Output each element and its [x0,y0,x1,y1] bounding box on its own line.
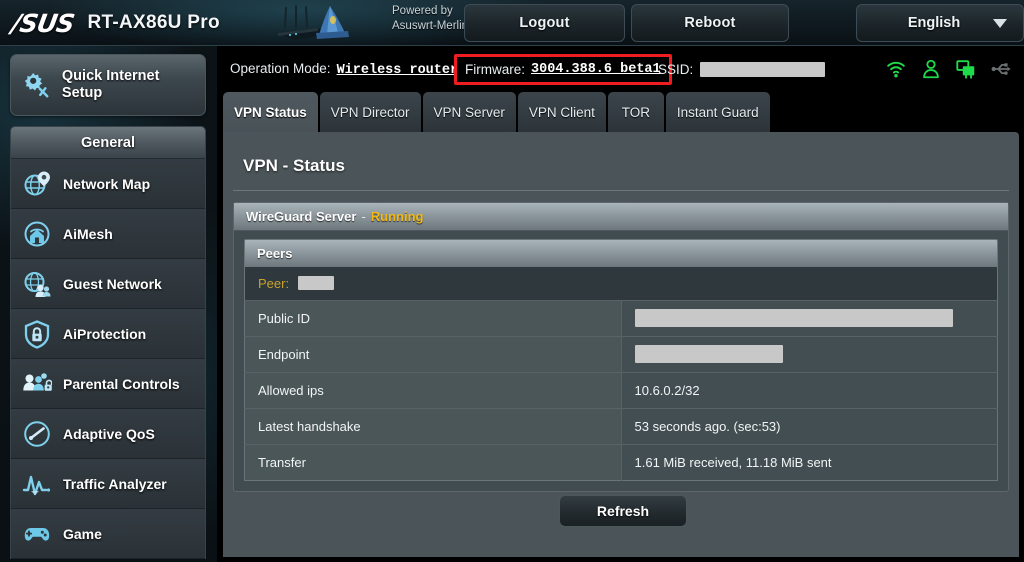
brand-group: /SUS RT-AX86U Pro [9,0,220,46]
sidebar-item-aiprotection[interactable]: AiProtection [11,309,205,359]
globe-users-icon [24,271,51,297]
peer-details-table: Peer: Public ID Endpoint Allowed ips 10.… [244,267,998,481]
row-key: Transfer [244,443,622,480]
sidebar-item-game[interactable]: Game [11,509,205,559]
row-value: 53 seconds ago. (sec:53) [621,407,998,444]
ssid-group: SSID: [658,61,826,77]
row-value [621,335,998,372]
gamepad-icon [24,527,50,541]
content-area: VPN Status VPN Director VPN Server VPN C… [218,92,1024,562]
quick-internet-setup-icon [24,72,49,98]
tab-vpn-director[interactable]: VPN Director [319,92,421,132]
router-admin-page: /SUS RT-AX86U Pro Powered by Asuswrt-Mer… [0,0,1024,562]
sidebar-item-adaptive-qos[interactable]: Adaptive QoS [11,409,205,459]
wifi-status-icon[interactable] [885,58,907,80]
status-icon-group [885,58,1012,80]
router-model-name: RT-AX86U Pro [87,12,220,33]
row-key: Public ID [244,299,622,336]
sidebar-item-label: Network Map [63,175,151,192]
connected-devices-status-icon[interactable] [955,58,977,80]
language-select[interactable]: English [856,4,1024,42]
shield-lock-icon [24,319,50,349]
mesh-house-icon [24,221,50,246]
sidebar-item-label: Adaptive QoS [63,425,155,442]
info-bar: Operation Mode: Wireless router Firmware… [218,46,1024,92]
row-key: Latest handshake [244,407,622,444]
menu-section-title: General [11,127,205,159]
peer-label: Peer: [258,275,290,291]
table-row: Public ID [244,299,998,336]
sidebar: Quick Internet Setup General Network Map [0,46,218,562]
client-user-status-icon[interactable] [920,58,942,80]
sidebar-item-aimesh[interactable]: AiMesh [11,209,205,259]
sidebar-item-label: Parental Controls [63,375,180,392]
peer-identity-cell: Peer: [244,267,998,300]
sidebar-item-network-map[interactable]: Network Map [11,159,205,209]
row-key: Endpoint [244,335,622,372]
reboot-button[interactable]: Reboot [631,4,789,42]
vpn-tab-bar: VPN Status VPN Director VPN Server VPN C… [223,92,772,132]
operation-mode-group: Operation Mode: Wireless router [230,61,458,78]
table-row: Allowed ips 10.6.0.2/32 [244,371,998,408]
chevron-down-icon [993,18,1007,28]
tab-tor[interactable]: TOR [607,92,664,132]
language-select-value: English [907,15,961,31]
wireguard-server-header: WireGuard Server - Running [234,203,1008,231]
sidebar-item-label: AiProtection [63,325,147,342]
peer-identity-row: Peer: [244,267,998,300]
peers-section: Peers Peer: Public ID Endpoint Allowed i… [234,231,1008,491]
peer-redacted-value [297,275,334,290]
peer-table-body: Peer: Public ID Endpoint Allowed ips 10.… [244,267,998,480]
sidebar-item-traffic-analyzer[interactable]: Traffic Analyzer [11,459,205,509]
ssid-redacted-value [700,61,826,77]
sidebar-item-label: Traffic Analyzer [63,475,167,492]
sidebar-item-label: Guest Network [63,275,162,292]
tab-vpn-status[interactable]: VPN Status [223,92,318,132]
sidebar-item-guest-network[interactable]: Guest Network [11,259,205,309]
firmware-version-link[interactable]: 3004.388.6_beta1 [531,62,661,77]
table-row: Endpoint [244,335,998,372]
globe-pin-icon [24,171,50,195]
row-value: 10.6.0.2/32 [621,371,998,408]
sidebar-item-label: Game [63,525,102,542]
speedometer-icon [24,420,50,447]
vpn-status-panel: VPN - Status WireGuard Server - Running … [223,132,1019,557]
wireguard-server-block: WireGuard Server - Running Peers Peer: P… [233,202,1009,492]
table-row: Transfer 1.61 MiB received, 11.18 MiB se… [244,443,998,480]
peers-header: Peers [244,239,998,267]
wireguard-separator: - [361,209,366,224]
page-title: VPN - Status [243,156,346,175]
operation-mode-label: Operation Mode: [230,60,331,76]
operation-mode-link[interactable]: Wireless router [337,63,459,78]
router-merlin-artwork [278,5,349,40]
firmware-label: Firmware: [465,62,525,77]
endpoint-redacted-value [634,345,783,363]
quick-internet-setup-button[interactable]: Quick Internet Setup [10,54,206,116]
tab-vpn-server[interactable]: VPN Server [422,92,516,132]
usb-status-icon[interactable] [990,58,1012,80]
waveform-icon [22,475,51,495]
quick-internet-setup-label: Quick Internet Setup [61,68,160,101]
people-lock-icon [23,372,52,391]
asus-logo: /SUS [9,8,77,38]
table-row: Latest handshake 53 seconds ago. (sec:53… [244,407,998,444]
row-value [621,299,998,336]
row-key: Allowed ips [244,371,622,408]
refresh-button[interactable]: Refresh [559,495,687,527]
sidebar-item-label: AiMesh [63,225,113,242]
ssid-label: SSID: [658,61,694,77]
title-divider [233,190,1009,191]
wireguard-status-badge: Running [370,209,424,224]
top-banner: /SUS RT-AX86U Pro Powered by Asuswrt-Mer… [0,0,1024,46]
tab-instant-guard[interactable]: Instant Guard [665,92,770,132]
tab-vpn-client[interactable]: VPN Client [517,92,606,132]
firmware-highlight-box: Firmware: 3004.388.6_beta1 [454,54,672,85]
peers-header-label: Peers [257,246,293,261]
general-menu: General Network Map AiMesh Guest Network… [10,126,206,559]
row-value: 1.61 MiB received, 11.18 MiB sent [621,443,998,480]
logout-button[interactable]: Logout [464,4,625,42]
public-id-redacted-value [634,309,953,327]
wireguard-server-name: WireGuard Server [246,209,357,224]
sidebar-item-parental-controls[interactable]: Parental Controls [11,359,205,409]
